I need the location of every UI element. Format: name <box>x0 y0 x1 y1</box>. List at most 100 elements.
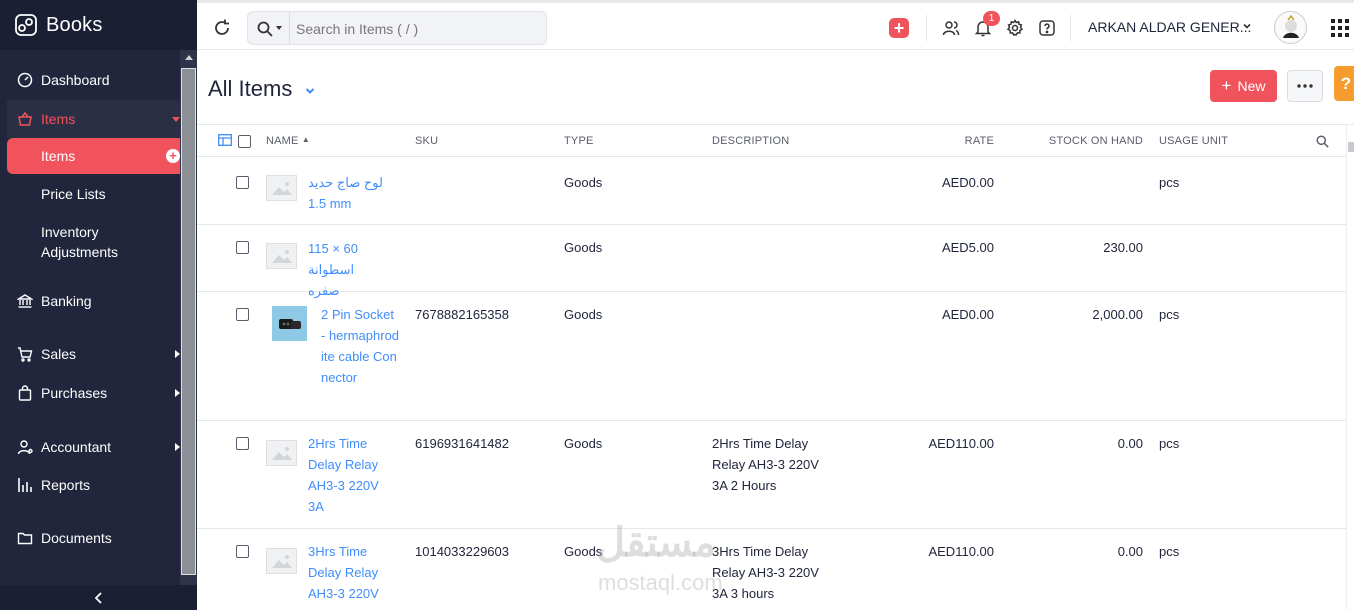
column-settings-icon[interactable] <box>218 134 232 146</box>
quick-create-button[interactable]: + <box>889 18 909 38</box>
sidebar-item-sales[interactable]: Sales <box>7 336 180 372</box>
watermark: مستقل <box>596 521 716 565</box>
table-row[interactable]: لوح صاج حديد 1.5 mm Goods AED0.00 pcs <box>197 157 1346 225</box>
search-filter-dropdown-icon[interactable] <box>276 26 282 30</box>
sidebar-subitem-price-lists[interactable]: Price Lists <box>41 184 106 204</box>
view-switch-chevron-icon[interactable] <box>305 86 315 96</box>
item-sku: 1014033229603 <box>415 544 509 559</box>
settings-button[interactable] <box>1003 16 1027 40</box>
sidebar-item-reports[interactable]: Reports <box>7 467 180 503</box>
search-icon[interactable] <box>1316 135 1329 148</box>
sidebar-item-purchases[interactable]: Purchases <box>7 375 180 411</box>
image-placeholder-icon <box>266 175 297 201</box>
refer-users-button[interactable] <box>939 16 963 40</box>
sidebar-scrollbar[interactable] <box>180 50 197 610</box>
help-tab-button[interactable]: ? <box>1334 66 1354 101</box>
dashboard-icon <box>16 71 34 89</box>
column-header-rate[interactable]: RATE <box>894 135 994 147</box>
table-row[interactable]: 2Hrs Time Delay Relay AH3-3 220V 3A 6196… <box>197 421 1346 529</box>
item-type: Goods <box>564 175 603 190</box>
item-name-link[interactable]: 2Hrs Time Delay Relay AH3-3 220V 3A <box>308 433 394 517</box>
refresh-icon[interactable] <box>211 17 233 39</box>
user-avatar-icon <box>1283 14 1299 38</box>
gear-icon <box>1006 19 1024 36</box>
item-unit: pcs <box>1159 307 1180 322</box>
books-logo-icon <box>15 14 37 36</box>
image-placeholder-icon <box>266 243 297 269</box>
item-unit: pcs <box>1159 175 1180 190</box>
item-description: 2Hrs Time Delay Relay AH3-3 220V 3A 2 Ho… <box>712 436 819 493</box>
table-scrollbar[interactable] <box>1346 125 1354 610</box>
page-title[interactable]: All Items <box>208 76 292 102</box>
help-button[interactable] <box>1035 16 1059 40</box>
item-photo <box>272 306 307 341</box>
sidebar-item-label: Reports <box>41 477 91 493</box>
column-header-type[interactable]: TYPE <box>564 135 594 147</box>
item-name-link[interactable]: 2 Pin Socket - hermaphrodite cable Conne… <box>321 304 401 388</box>
table-header: NAME ▲ SKU TYPE DESCRIPTION RATE STOCK O… <box>197 125 1346 157</box>
sidebar-item-banking[interactable]: Banking <box>7 283 180 319</box>
item-stock: 0.00 <box>1117 544 1143 559</box>
search-box[interactable] <box>247 11 547 45</box>
row-checkbox[interactable] <box>236 176 249 189</box>
new-item-button[interactable]: + New <box>1210 70 1277 102</box>
watermark-sub: mostaql.com <box>598 570 723 595</box>
item-type: Goods <box>564 240 603 255</box>
sidebar-item-label: Documents <box>41 530 112 546</box>
sidebar-item-label: Items <box>41 148 76 164</box>
row-checkbox[interactable] <box>236 308 249 321</box>
item-description: 3Hrs Time Delay Relay AH3-3 220V 3A 3 ho… <box>712 544 819 601</box>
item-name-link[interactable]: 3Hrs Time Delay Relay AH3-3 220V <box>308 541 394 604</box>
search-icon[interactable] <box>257 21 273 37</box>
brand[interactable]: Books <box>0 0 197 50</box>
add-item-icon[interactable]: + <box>166 149 180 163</box>
scroll-up-icon[interactable] <box>185 55 193 60</box>
item-stock: 2,000.00 <box>1092 307 1143 322</box>
sidebar-item-label: Banking <box>41 293 92 309</box>
item-rate: AED5.00 <box>941 240 994 255</box>
sidebar-item-label: Accountant <box>41 439 112 455</box>
column-header-sku[interactable]: SKU <box>415 135 438 147</box>
avatar[interactable] <box>1274 11 1307 44</box>
select-all-checkbox[interactable] <box>238 135 251 148</box>
help-icon <box>1039 20 1055 36</box>
divider <box>926 15 927 41</box>
sidebar-subitem-items[interactable]: Items + <box>7 138 180 174</box>
column-header-name[interactable]: NAME ▲ <box>266 135 310 147</box>
more-options-button[interactable] <box>1287 70 1323 102</box>
image-placeholder-icon <box>266 440 297 466</box>
folder-icon <box>16 529 34 547</box>
row-checkbox[interactable] <box>236 437 249 450</box>
row-checkbox[interactable] <box>236 241 249 254</box>
accountant-icon <box>16 438 34 456</box>
sidebar-subitem-inventory-adjustments[interactable]: Inventory Adjustments <box>41 222 151 262</box>
item-stock: 230.00 <box>1103 240 1143 255</box>
notification-count-badge: 1 <box>983 11 1000 26</box>
scrollbar-thumb[interactable] <box>1348 142 1354 152</box>
item-rate: AED0.00 <box>941 175 994 190</box>
cart-icon <box>16 345 34 363</box>
sidebar-item-items[interactable]: Items <box>7 100 180 138</box>
organization-name[interactable]: ARKAN ALDAR GENER... <box>1088 19 1251 35</box>
column-header-stock-on-hand[interactable]: STOCK ON HAND <box>1013 135 1143 147</box>
app-grid-icon[interactable] <box>1331 19 1349 37</box>
sidebar-item-label: Purchases <box>41 385 108 401</box>
sidebar-item-dashboard[interactable]: Dashboard <box>7 62 180 98</box>
connector-icon <box>278 318 301 329</box>
chevron-down-icon[interactable] <box>1243 22 1251 30</box>
column-header-usage-unit[interactable]: USAGE UNIT <box>1159 135 1228 147</box>
search-input[interactable] <box>296 19 536 39</box>
collapse-sidebar-button[interactable] <box>0 585 197 610</box>
image-placeholder-icon <box>266 548 297 574</box>
search-divider <box>289 12 290 44</box>
scrollbar-thumb[interactable] <box>181 68 196 575</box>
sidebar-item-accountant[interactable]: Accountant <box>7 429 180 465</box>
column-header-description[interactable]: DESCRIPTION <box>712 135 789 147</box>
table-row[interactable]: 3Hrs Time Delay Relay AH3-3 220V 1014033… <box>197 529 1346 610</box>
row-checkbox[interactable] <box>236 545 249 558</box>
item-name-link[interactable]: لوح صاج حديد 1.5 mm <box>308 172 398 214</box>
table-row[interactable]: 115 × 60 اسطوانة صفره Goods AED5.00 230.… <box>197 225 1346 298</box>
table-row[interactable]: 2 Pin Socket - hermaphrodite cable Conne… <box>197 292 1346 421</box>
item-sku: 7678882165358 <box>415 307 509 322</box>
sidebar-item-documents[interactable]: Documents <box>7 520 180 556</box>
